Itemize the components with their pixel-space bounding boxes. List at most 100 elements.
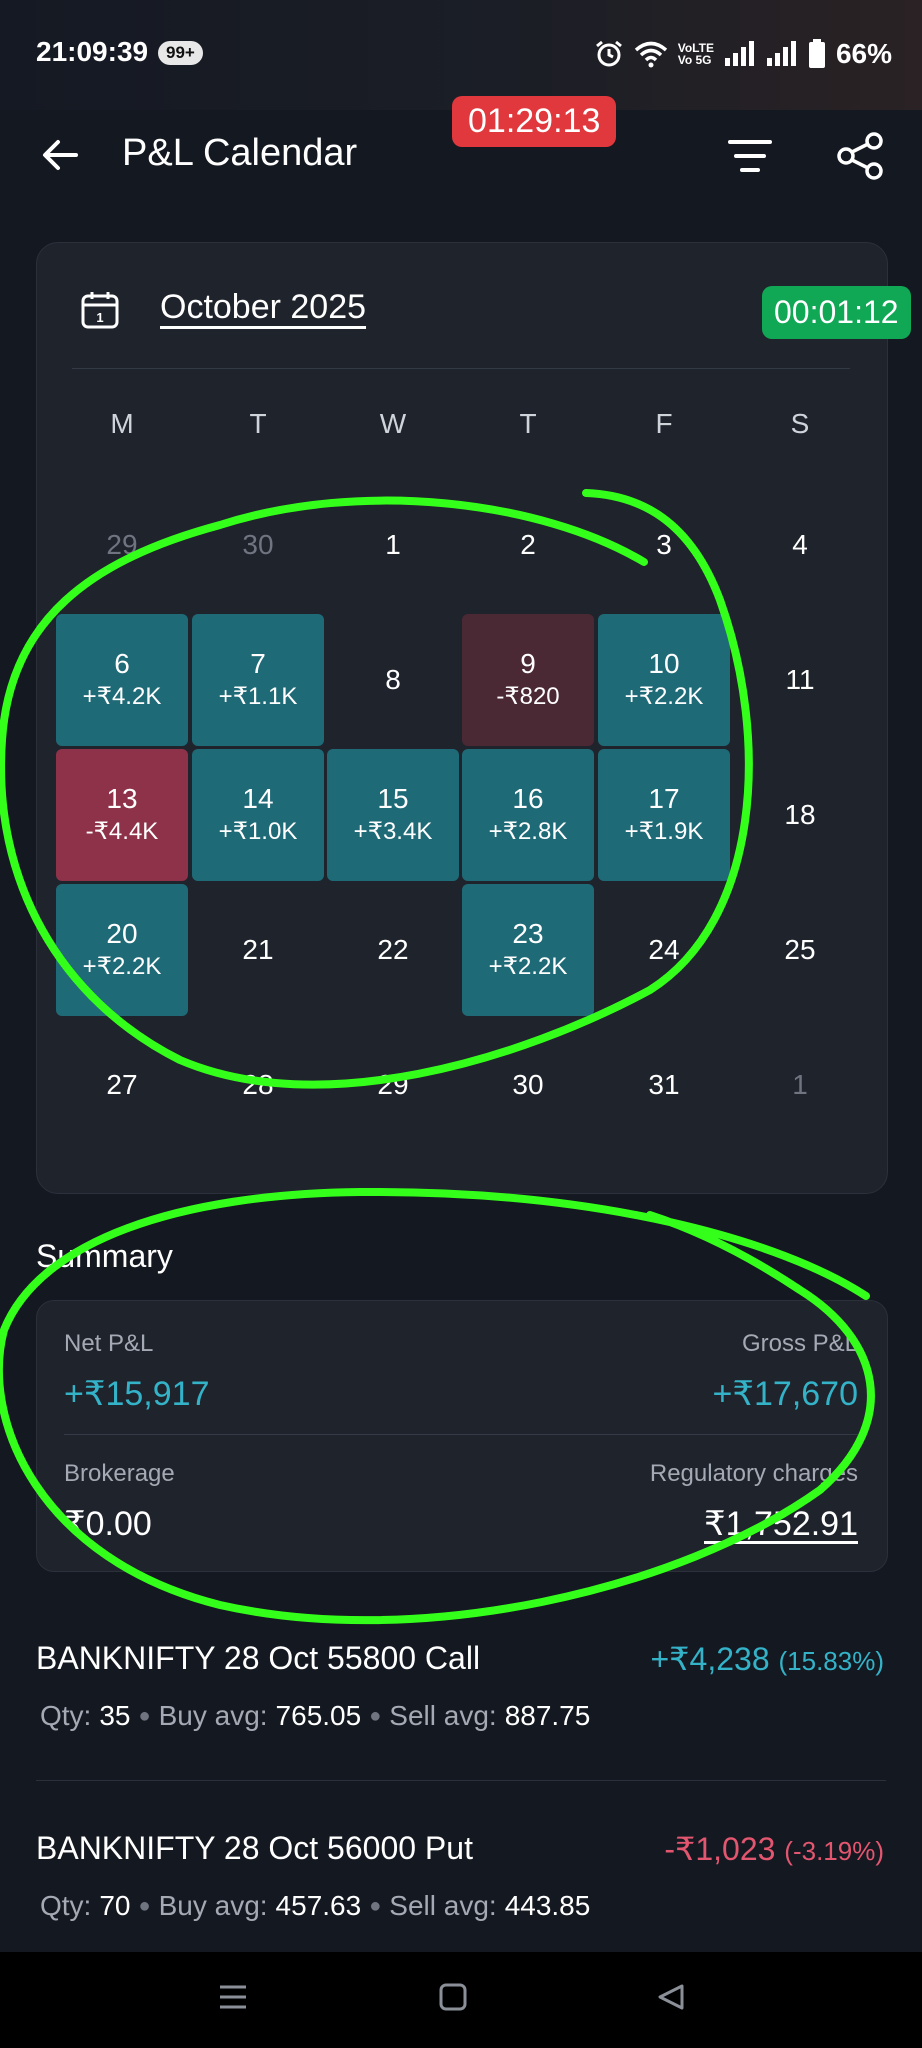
page-title: P&L Calendar xyxy=(122,132,358,174)
calendar-day[interactable]: 29 xyxy=(56,479,188,611)
day-number: 6 xyxy=(114,648,130,679)
calendar-day[interactable]: 9 -₹820 xyxy=(462,614,594,746)
calendar-day[interactable]: 6 +₹4.2K xyxy=(56,614,188,746)
day-pnl: +₹1.9K xyxy=(624,818,704,845)
calendar-day[interactable]: 16 +₹2.8K xyxy=(462,749,594,881)
day-pnl: +₹2.2K xyxy=(624,683,704,710)
position-pnl: -₹1,023 (-3.19%) xyxy=(664,1831,884,1867)
calendar-day[interactable]: 3 xyxy=(598,479,730,611)
calendar-day[interactable]: 21 xyxy=(192,884,324,1016)
weekday-label: T xyxy=(249,408,267,439)
calendar-day[interactable]: 1 xyxy=(327,479,459,611)
calendar-day[interactable]: 15 +₹3.4K xyxy=(327,749,459,881)
recording-timer: 01:29:13 xyxy=(452,96,617,147)
calendar-day[interactable]: 22 xyxy=(327,884,459,1016)
battery-icon xyxy=(808,39,825,68)
home-icon[interactable] xyxy=(438,1982,468,2012)
position-name[interactable]: BANKNIFTY 28 Oct 55800 Call xyxy=(36,1640,480,1677)
position-name[interactable]: BANKNIFTY 28 Oct 56000 Put xyxy=(36,1830,473,1867)
day-pnl: -₹820 xyxy=(496,683,560,710)
filter-icon[interactable] xyxy=(724,132,776,180)
day-pnl: +₹3.4K xyxy=(353,818,433,845)
day-number: 30 xyxy=(242,529,274,560)
day-number: 8 xyxy=(385,664,401,695)
day-number: 11 xyxy=(785,664,815,695)
day-number: 2 xyxy=(520,529,536,560)
day-number: 29 xyxy=(377,1069,409,1100)
signal-icon xyxy=(724,41,754,66)
day-number: 1 xyxy=(792,1069,808,1100)
calendar-day[interactable]: 7 +₹1.1K xyxy=(192,614,324,746)
calendar-day[interactable]: 18 xyxy=(734,749,866,881)
calendar-day[interactable]: 27 xyxy=(56,1019,188,1151)
day-pnl: +₹4.2K xyxy=(82,683,162,710)
calendar-icon[interactable]: 1 xyxy=(80,290,120,330)
summary-divider xyxy=(64,1434,858,1435)
calendar-day[interactable]: 28 xyxy=(192,1019,324,1151)
day-number: 30 xyxy=(512,1069,544,1100)
signal-icon-2 xyxy=(766,41,796,66)
battery-percent: 66% xyxy=(835,38,892,69)
day-pnl: +₹2.2K xyxy=(82,953,162,980)
gross-pnl-label: Gross P&L xyxy=(741,1330,858,1357)
calendar-day[interactable]: 13 -₹4.4K xyxy=(56,749,188,881)
day-pnl: +₹2.2K xyxy=(488,953,568,980)
overlay-timer: 00:01:12 xyxy=(762,286,911,339)
alarm-icon xyxy=(595,40,622,67)
calendar-day[interactable]: 14 +₹1.0K xyxy=(192,749,324,881)
day-number: 16 xyxy=(512,783,544,814)
calendar-day[interactable]: 8 xyxy=(327,614,459,746)
calendar-day[interactable]: 29 xyxy=(327,1019,459,1151)
day-number: 15 xyxy=(377,783,409,814)
day-number: 18 xyxy=(784,799,816,830)
share-icon[interactable] xyxy=(834,130,886,182)
weekday-label: W xyxy=(379,408,407,439)
net-pnl-value: +₹15,917 xyxy=(64,1375,210,1413)
day-number: 22 xyxy=(377,934,409,965)
menu-icon[interactable] xyxy=(218,1982,248,2012)
calendar-day[interactable]: 4 xyxy=(734,479,866,611)
day-number: 10 xyxy=(648,648,680,679)
wifi-icon xyxy=(634,41,667,68)
back-nav-icon[interactable] xyxy=(656,1982,686,2012)
day-number: 24 xyxy=(648,934,680,965)
status-bar: 21:09:39 99+ VoLTE Vo 5G 66% xyxy=(0,0,922,110)
day-number: 25 xyxy=(784,934,816,965)
calendar-day[interactable]: 2 xyxy=(462,479,594,611)
volte-label: VoLTE Vo 5G xyxy=(677,41,714,67)
calendar-divider xyxy=(72,368,850,369)
calendar-day[interactable]: 1 xyxy=(734,1019,866,1151)
calendar-day[interactable]: 17 +₹1.9K xyxy=(598,749,730,881)
day-pnl: -₹4.4K xyxy=(85,818,159,845)
brokerage-label: Brokerage xyxy=(64,1460,175,1487)
calendar-day[interactable]: 30 xyxy=(192,479,324,611)
day-number: 29 xyxy=(106,529,138,560)
calendar-day[interactable]: 23 +₹2.2K xyxy=(462,884,594,1016)
day-pnl: +₹1.0K xyxy=(218,818,298,845)
day-number: 23 xyxy=(512,918,544,949)
system-nav-bar xyxy=(0,1952,922,2048)
calendar-day[interactable]: 20 +₹2.2K xyxy=(56,884,188,1016)
position-pnl: +₹4,238 (15.83%) xyxy=(650,1641,884,1677)
day-pnl: +₹1.1K xyxy=(218,683,298,710)
calendar-day[interactable]: 30 xyxy=(462,1019,594,1151)
regulatory-charges-value[interactable]: ₹1,752.91 xyxy=(704,1504,858,1544)
calendar-day[interactable]: 25 xyxy=(734,884,866,1016)
status-icons: VoLTE Vo 5G 66% xyxy=(594,34,892,74)
weekday-label: M xyxy=(110,408,134,439)
weekday-label: F xyxy=(655,408,673,439)
back-arrow-icon[interactable] xyxy=(36,130,86,180)
day-number: 21 xyxy=(242,934,274,965)
brokerage-value: ₹0.00 xyxy=(64,1505,152,1543)
svg-text:1: 1 xyxy=(96,310,103,325)
weekday-label: S xyxy=(790,408,810,439)
calendar-day[interactable]: 10 +₹2.2K xyxy=(598,614,730,746)
calendar-day[interactable]: 24 xyxy=(598,884,730,1016)
regulatory-charges-label: Regulatory charges xyxy=(649,1460,858,1487)
calendar-day[interactable]: 11 xyxy=(734,614,866,746)
position-details: Qty: 70 ● Buy avg: 457.63 ● Sell avg: 443.8… xyxy=(40,1890,591,1921)
month-selector[interactable]: October 2025 xyxy=(160,288,366,327)
gross-pnl-value: +₹17,670 xyxy=(712,1375,858,1413)
day-pnl: +₹2.8K xyxy=(488,818,568,845)
calendar-day[interactable]: 31 xyxy=(598,1019,730,1151)
